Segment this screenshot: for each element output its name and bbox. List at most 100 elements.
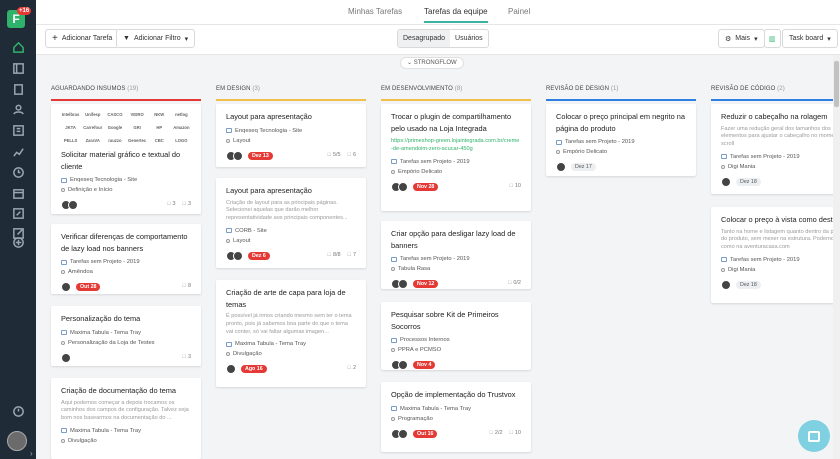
task-card[interactable]: Criar opção para desligar lazy load de b… xyxy=(381,221,531,289)
task-project: Tarefas sem Projeto - 2019 xyxy=(61,259,191,265)
assignee-avatars xyxy=(391,428,408,439)
client-logos-image: Intelbras Unifesp CASCO VIDRO NKW netlog JKTA… xyxy=(61,112,190,143)
checklist-count: 5/5 xyxy=(328,152,341,158)
view-select[interactable]: Task board ▾ xyxy=(782,29,838,48)
more-label: Mais xyxy=(735,35,751,42)
group-header[interactable]: ⌄ STRONGFLOW xyxy=(400,57,464,69)
task-card[interactable]: Criação de arte de capa para loja de tem… xyxy=(216,280,366,387)
comment-count: 8 xyxy=(183,283,191,289)
tab-team-tasks[interactable]: Tarefas da equipe xyxy=(424,7,488,23)
task-card[interactable]: Reduzir o cabeçalho na rolagem Fazer uma… xyxy=(711,104,840,194)
task-card[interactable]: Criação de documentação do tema Aqui pod… xyxy=(51,378,201,459)
comment-count: 10 xyxy=(510,183,521,189)
add-filter-button[interactable]: ▼ Adicionar Filtro ▾ xyxy=(116,29,196,48)
status-icon xyxy=(391,169,395,174)
projects-icon[interactable] xyxy=(9,59,27,77)
task-title: Verificar diferenças de comportamento de… xyxy=(61,232,188,253)
chevron-down-icon: ▾ xyxy=(184,35,189,43)
ungrouped-option[interactable]: Desagrupado xyxy=(398,30,451,47)
task-card[interactable]: Pesquisar sobre Kit de Primeiros Socorro… xyxy=(381,302,531,370)
comment-count: 3 xyxy=(183,354,191,360)
calendar-icon[interactable] xyxy=(9,184,27,202)
task-footer: Nov 28 10 xyxy=(391,181,521,193)
column-header[interactable]: EM DESENVOLVIMENTO (8) xyxy=(381,84,531,101)
task-status: Personalização da Loja de Testes xyxy=(61,340,191,346)
task-card[interactable]: Colocar o preço principal em negrito na … xyxy=(546,104,696,176)
user-icon[interactable] xyxy=(9,100,27,118)
task-card[interactable]: Layout para apresentação Criação de layo… xyxy=(216,178,366,268)
column-header[interactable]: EM DESIGN (3) xyxy=(216,84,366,101)
task-status: Definição e Início xyxy=(61,187,191,193)
task-status: PPRA e PCMSO xyxy=(391,347,521,353)
task-project: Tarefas sem Projeto - 2019 xyxy=(391,159,521,165)
task-status: Digi Mania xyxy=(721,164,840,170)
clock-icon[interactable] xyxy=(9,163,27,181)
column-header[interactable]: REVISÃO DE DESIGN (1) xyxy=(546,84,696,101)
expand-sidebar-icon[interactable]: › xyxy=(30,449,33,458)
column-title: REVISÃO DE DESIGN xyxy=(546,86,610,92)
task-card[interactable]: Layout para apresentação Enqeseq Tecnolo… xyxy=(216,104,366,167)
task-title: Pesquisar sobre Kit de Primeiros Socorro… xyxy=(391,310,499,331)
timer-icon[interactable] xyxy=(9,402,27,420)
user-avatar[interactable] xyxy=(7,431,27,451)
due-date-badge: Dez 18 xyxy=(736,177,761,186)
task-title: Trocar o plugin de compartilhamento pelo… xyxy=(391,112,512,133)
task-card[interactable]: Verificar diferenças de comportamento de… xyxy=(51,224,201,294)
task-project: Enqeseq Tecnologia - Site xyxy=(61,177,191,183)
column-title: EM DESIGN xyxy=(216,86,251,92)
subtask-count: 3 xyxy=(183,201,191,207)
task-description: Fazer uma redução geral dos tamanhos dos… xyxy=(721,125,840,148)
checklist-count: 8/8 xyxy=(328,252,341,258)
assignee-avatars xyxy=(391,181,408,192)
task-description: É possível já irmos criando mesmo sem te… xyxy=(226,313,352,335)
task-project: Tarefas sem Projeto - 2019 xyxy=(721,154,840,160)
board-column: EM DESIGN (3) Layout para apresentação E… xyxy=(216,84,366,387)
more-button[interactable]: ⚙ Mais ▾ xyxy=(718,29,765,48)
add-circle-icon[interactable] xyxy=(9,233,27,251)
folder-icon xyxy=(226,341,232,347)
tab-dashboard[interactable]: Painel xyxy=(508,7,530,16)
assignee-avatars xyxy=(721,279,731,290)
notification-badge[interactable]: +16 xyxy=(17,7,32,15)
task-card[interactable]: Opção de implementação do Trustvox Maxim… xyxy=(381,382,531,452)
task-title: Criação de arte de capa para loja de tem… xyxy=(226,288,346,309)
chevron-icon: ⌄ xyxy=(407,60,413,66)
column-title: REVISÃO DE CÓDIGO xyxy=(711,86,776,92)
folder-icon xyxy=(391,256,397,262)
left-sidebar: F +16 › xyxy=(0,0,36,459)
users-option[interactable]: Usuários xyxy=(450,30,488,47)
column-header[interactable]: REVISÃO DE CÓDIGO (2) xyxy=(711,84,840,101)
add-task-label: Adicionar Tarefa xyxy=(61,35,113,42)
board-view-icon[interactable]: ▥ xyxy=(764,29,781,48)
task-project: Tarefas sem Projeto - 2019 xyxy=(721,257,840,263)
toolbar: + Adicionar Tarefa ▼ Adicionar Filtro ▾ Des… xyxy=(36,25,840,55)
task-card[interactable]: Intelbras Unifesp CASCO VIDRO NKW netlog JKTA… xyxy=(51,104,201,214)
vertical-scrollbar[interactable] xyxy=(833,55,840,459)
task-title: Personalização do tema xyxy=(61,314,141,323)
documents-icon[interactable] xyxy=(9,80,27,98)
task-title: Opção de implementação do Trustvox xyxy=(391,390,516,399)
task-card[interactable]: Trocar o plugin de compartilhamento pelo… xyxy=(381,104,531,211)
status-icon xyxy=(556,150,560,154)
tab-my-tasks[interactable]: Minhas Tarefas xyxy=(348,7,402,16)
column-title: EM DESENVOLVIMENTO xyxy=(381,86,453,92)
task-card[interactable]: Personalização do tema Maxima Tabula - T… xyxy=(51,306,201,366)
chevron-down-icon: ▾ xyxy=(754,35,758,43)
chat-support-button[interactable] xyxy=(798,420,830,452)
task-link[interactable]: https://primeshop-green.lojaintegrada.co… xyxy=(391,138,521,154)
expand-icon[interactable] xyxy=(9,204,27,222)
column-header[interactable]: AGUARDANDO INSUMOS (19) xyxy=(51,84,201,101)
comment-count: 2 xyxy=(348,365,356,371)
scrollbar-thumb[interactable] xyxy=(834,61,839,107)
add-task-button[interactable]: + Adicionar Tarefa xyxy=(45,29,120,48)
home-icon[interactable] xyxy=(9,38,27,56)
chart-icon[interactable] xyxy=(9,142,27,160)
task-title: Colocar o preço à vista como destaque xyxy=(721,215,840,224)
folder-icon xyxy=(61,330,67,335)
view-label: Task board xyxy=(789,35,824,42)
task-project: Maxima Tabula - Tema Tray xyxy=(226,341,356,347)
task-card[interactable]: Colocar o preço à vista como destaque Ta… xyxy=(711,207,840,303)
task-project: Enqeseq Tecnologia - Site xyxy=(226,128,356,134)
reports-icon[interactable] xyxy=(9,121,27,139)
assignee-avatars xyxy=(391,360,408,370)
